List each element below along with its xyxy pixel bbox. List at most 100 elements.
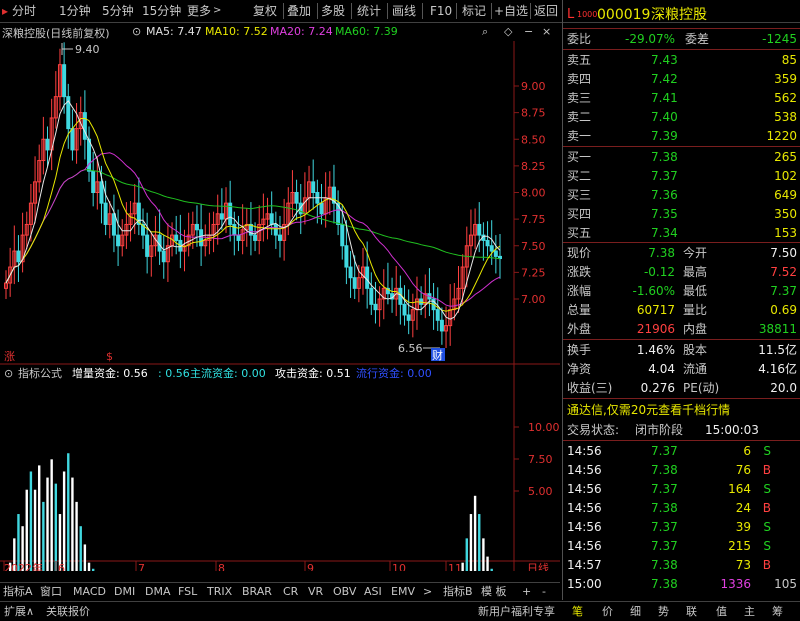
tick-row[interactable]: 14:56 7.38 24 B [563, 499, 800, 518]
tab-trix[interactable]: TRIX [207, 584, 232, 600]
tick-row[interactable]: 14:56 7.37 39 S [563, 518, 800, 537]
more-chevron-icon[interactable]: > [213, 3, 221, 19]
level-volume: 265 [774, 150, 797, 164]
sub-settings-icon[interactable]: ⊙ [4, 367, 13, 380]
tab-fsl[interactable]: FSL [178, 584, 197, 600]
expand-button[interactable]: 扩展∧ [4, 603, 34, 620]
tab-macd[interactable]: MACD [73, 584, 106, 600]
buy-level-row[interactable]: 买四 7.35 350 [563, 205, 800, 224]
kline-chart[interactable]: 9.00 8.75 8.50 8.25 8.00 7.75 7.50 7.25 7.00 10.… [0, 41, 560, 571]
statistics-button[interactable]: 统计 [357, 3, 381, 19]
add-watchlist-button[interactable]: +自选 [494, 3, 528, 19]
sell-level-row[interactable]: 卖三 7.41 562 [563, 89, 800, 108]
tab-more[interactable]: 更多 [187, 3, 211, 19]
period-arrow-icon[interactable]: ▸ [2, 3, 8, 19]
buy-level-row[interactable]: 买五 7.34 153 [563, 224, 800, 243]
tab-cr[interactable]: CR [283, 584, 298, 600]
quote-stat-row[interactable]: 总量 60717 量比 0.69 [563, 301, 800, 320]
tick-row[interactable]: 14:56 7.37 164 S [563, 480, 800, 499]
candlesticks [4, 42, 502, 348]
tick-row[interactable]: 14:56 7.37 215 S [563, 537, 800, 556]
candle-body [406, 314, 411, 321]
promo-row[interactable]: 通达信,仅需20元查看千档行情 [563, 401, 800, 420]
y-tick-label: 7.00 [521, 293, 546, 306]
status-bar: 扩展∧ 关联报价 新用户福利专享 笔 价 细 势 联 值 主 筹 [0, 601, 800, 621]
sell-level-row[interactable]: 卖五 7.43 85 [563, 51, 800, 70]
buy-level-row[interactable]: 买三 7.36 649 [563, 186, 800, 205]
tick-row[interactable]: 14:56 7.38 76 B [563, 461, 800, 480]
fundamental-row[interactable]: 净资 4.04 流通 4.16亿 [563, 360, 800, 379]
tick-row[interactable]: 14:57 7.38 73 B [563, 556, 800, 575]
promo-text[interactable]: 通达信,仅需20元查看千档行情 [567, 401, 730, 420]
quote-stat-row[interactable]: 涨幅 -1.60% 最低 7.37 [563, 282, 800, 301]
overlay-button[interactable]: 叠加 [287, 3, 311, 19]
buy-level-row[interactable]: 买二 7.37 102 [563, 167, 800, 186]
tab-dmi[interactable]: DMI [114, 584, 135, 600]
level-volume: 562 [774, 91, 797, 105]
tab-template[interactable]: 模 板 [481, 584, 507, 600]
remove-window-button[interactable]: - [542, 584, 546, 600]
tab-indicator-a[interactable]: 指标A [3, 584, 33, 600]
tab-window[interactable]: 窗口 [40, 584, 62, 600]
tab-main[interactable]: 主 [744, 603, 755, 620]
period-label[interactable]: 日线 [527, 561, 549, 571]
fundamental-row[interactable]: 收益(三) 0.276 PE(动) 20.0 [563, 379, 800, 398]
tab-trend[interactable]: 势 [658, 603, 669, 620]
sell-level-row[interactable]: 卖二 7.40 538 [563, 108, 800, 127]
tab-ticks[interactable]: 笔 [572, 603, 583, 620]
quote-stat-row[interactable]: 现价 7.38 今开 7.50 [563, 244, 800, 263]
sell-level-row[interactable]: 卖四 7.42 359 [563, 70, 800, 89]
candle-body [439, 319, 444, 332]
add-window-button[interactable]: + [522, 584, 531, 600]
tab-1min[interactable]: 1分钟 [59, 3, 91, 19]
draw-line-button[interactable]: 画线 [392, 3, 416, 19]
tab-15min[interactable]: 15分钟 [142, 3, 181, 19]
tab-asi[interactable]: ASI [364, 584, 382, 600]
quote-stat-row[interactable]: 涨跌 -0.12 最高 7.52 [563, 263, 800, 282]
s-marker[interactable]: $ [106, 350, 113, 363]
tab-link[interactable]: 联 [686, 603, 697, 620]
tab-dma[interactable]: DMA [145, 584, 171, 600]
sell-level-row[interactable]: 卖一 7.39 1220 [563, 127, 800, 146]
tick-volume: 39 [735, 520, 751, 534]
mark-button[interactable]: 标记 [462, 3, 486, 19]
related-quotes-button[interactable]: 关联报价 [46, 603, 90, 620]
f10-button[interactable]: F10 [430, 3, 452, 19]
back-button[interactable]: 返回 [534, 3, 558, 19]
tab-emv[interactable]: EMV [391, 584, 415, 600]
buy-level-row[interactable]: 买一 7.38 265 [563, 148, 800, 167]
chart-close-icon[interactable]: × [542, 25, 551, 38]
fundamental-row[interactable]: 换手 1.46% 股本 11.5亿 [563, 341, 800, 360]
tab-brar[interactable]: BRAR [242, 584, 272, 600]
quote-stat-row[interactable]: 外盘 21906 内盘 38811 [563, 320, 800, 339]
tab-timeshare[interactable]: 分时 [12, 3, 36, 19]
restore-rights-button[interactable]: 复权 [253, 3, 277, 19]
multi-stock-button[interactable]: 多股 [321, 3, 345, 19]
tab-5min[interactable]: 5分钟 [102, 3, 134, 19]
mainstream-funds-value: 主流资金: 0.00 [190, 366, 266, 380]
tab-detail[interactable]: 细 [630, 603, 641, 620]
chart-expand-icon[interactable]: ◇ [504, 25, 512, 38]
new-user-promo-link[interactable]: 新用户福利专享 [478, 603, 555, 620]
rise-marker[interactable]: 涨 [4, 350, 15, 363]
tab-vr[interactable]: VR [308, 584, 323, 600]
level-label: 卖五 [567, 53, 592, 67]
tick-row[interactable]: 14:56 7.37 6 S [563, 442, 800, 461]
finance-marker[interactable]: 财 [432, 348, 443, 362]
tab-price[interactable]: 价 [602, 603, 613, 620]
tick-row[interactable]: 15:00 7.38 1336 105 [563, 575, 800, 594]
tab-chips[interactable]: 筹 [772, 603, 783, 620]
incremental-funds-value: 增量资金: 0.56 [72, 366, 148, 380]
tab-scroll-right[interactable]: > [423, 584, 432, 600]
chart-search-icon[interactable]: ⌕ [482, 25, 488, 39]
y-tick-label: 10.00 [528, 421, 560, 434]
chart-minus-icon[interactable]: − [524, 25, 533, 38]
level-volume: 153 [774, 226, 797, 240]
stat-label: 今开 [683, 246, 708, 260]
tab-obv[interactable]: OBV [333, 584, 356, 600]
ma-settings-icon[interactable]: ⊙ [132, 25, 141, 38]
tab-indicator-b[interactable]: 指标B [443, 584, 473, 600]
y-tick-label: 9.00 [521, 80, 546, 93]
tab-value[interactable]: 值 [716, 603, 727, 620]
tick-price: 7.38 [651, 463, 678, 477]
